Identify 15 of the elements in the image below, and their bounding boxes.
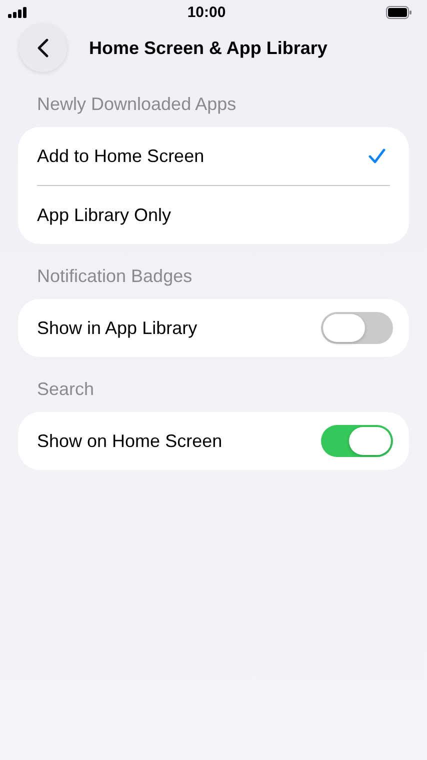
toggle-switch[interactable] [321, 425, 393, 457]
option-row[interactable]: App Library Only [37, 186, 390, 244]
section-header: Newly Downloaded Apps [36, 93, 238, 116]
section-header: Search [36, 378, 96, 401]
battery-icon [386, 6, 412, 18]
signal-icon [8, 6, 27, 18]
setting-row: Show on Home Screen [37, 412, 390, 470]
back-button[interactable] [19, 24, 67, 72]
chevron-left-icon [37, 38, 49, 58]
setting-row: Show in App Library [37, 299, 390, 357]
option-row[interactable]: Add to Home Screen [37, 127, 390, 185]
page-title: Home Screen & App Library [89, 38, 328, 58]
toggle-switch[interactable] [321, 312, 393, 344]
section-header: Notification Badges [36, 265, 194, 288]
clock-time: 10:00 [187, 4, 226, 20]
